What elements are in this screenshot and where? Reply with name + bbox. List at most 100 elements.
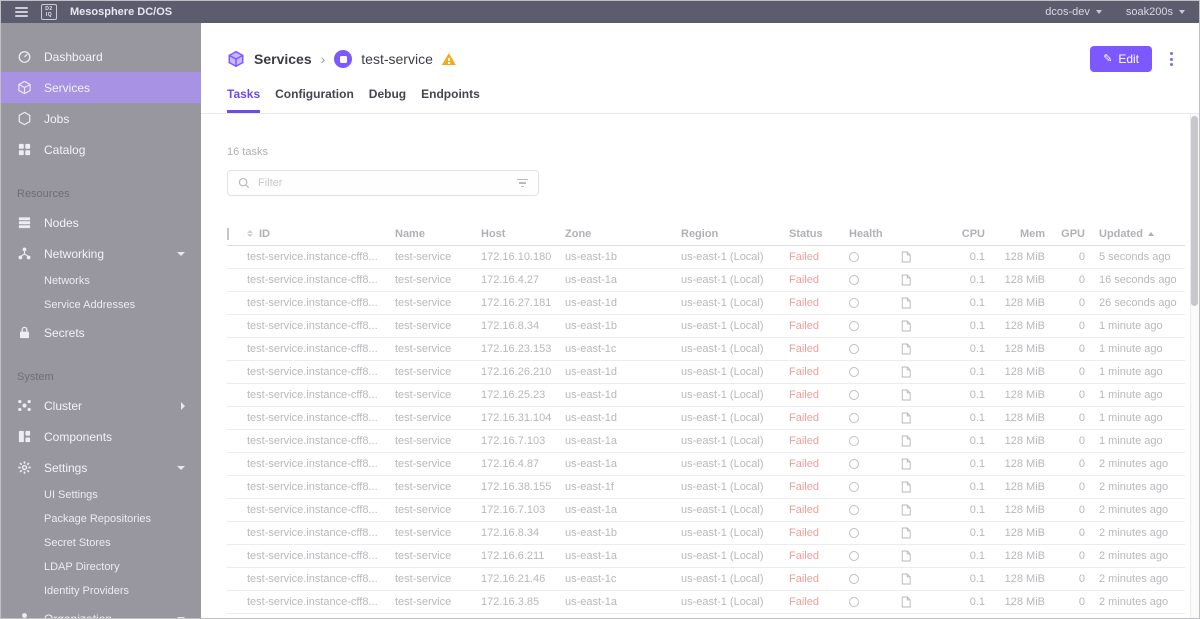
- column-header-name[interactable]: Name: [395, 228, 481, 240]
- tab-configuration[interactable]: Configuration: [275, 87, 354, 113]
- task-log-link[interactable]: [901, 343, 939, 355]
- task-cpu: 0.1: [969, 297, 985, 309]
- sidebar-sublabel: Identity Providers: [44, 585, 129, 597]
- sidebar-item-package-repositories[interactable]: Package Repositories: [1, 507, 201, 531]
- task-log-link[interactable]: [901, 573, 939, 585]
- task-id-link[interactable]: test-service.instance-cff8...: [247, 573, 395, 585]
- task-row[interactable]: test-service.instance-cff8... test-servi…: [227, 246, 1185, 269]
- hamburger-menu-icon[interactable]: [15, 7, 28, 17]
- task-id-link[interactable]: test-service.instance-cff8...: [247, 596, 395, 608]
- task-log-link[interactable]: [901, 527, 939, 539]
- sidebar-item-settings[interactable]: Settings: [1, 452, 201, 483]
- sidebar-item-secrets[interactable]: Secrets: [1, 317, 201, 348]
- task-id-link[interactable]: test-service.instance-cff8...: [247, 458, 395, 470]
- task-row[interactable]: test-service.instance-cff8... test-servi…: [227, 591, 1185, 614]
- tab-debug[interactable]: Debug: [369, 87, 406, 113]
- task-row[interactable]: test-service.instance-cff8... test-servi…: [227, 453, 1185, 476]
- scrollbar-track[interactable]: [1190, 114, 1199, 618]
- task-row[interactable]: test-service.instance-cff8... test-servi…: [227, 384, 1185, 407]
- task-row[interactable]: test-service.instance-cff8... test-servi…: [227, 269, 1185, 292]
- dashboard-icon: [17, 49, 32, 64]
- task-row[interactable]: test-service.instance-cff8... test-servi…: [227, 545, 1185, 568]
- task-id-link[interactable]: test-service.instance-cff8...: [247, 550, 395, 562]
- task-id-link[interactable]: test-service.instance-cff8...: [247, 274, 395, 286]
- task-id-link[interactable]: test-service.instance-cff8...: [247, 251, 395, 263]
- scrollbar-thumb[interactable]: [1191, 116, 1198, 306]
- filter-input[interactable]: [258, 177, 509, 189]
- filter-funnel-icon[interactable]: [517, 178, 528, 188]
- task-id-link[interactable]: test-service.instance-cff8...: [247, 320, 395, 332]
- task-status: Failed: [789, 274, 819, 286]
- column-header-gpu[interactable]: GPU: [1045, 228, 1085, 240]
- task-log-link[interactable]: [901, 504, 939, 516]
- task-id-link[interactable]: test-service.instance-cff8...: [247, 297, 395, 309]
- task-row[interactable]: test-service.instance-cff8... test-servi…: [227, 292, 1185, 315]
- task-log-link[interactable]: [901, 481, 939, 493]
- sidebar-item-components[interactable]: Components: [1, 421, 201, 452]
- sidebar-item-identity-providers[interactable]: Identity Providers: [1, 579, 201, 603]
- edit-button[interactable]: ✎ Edit: [1090, 46, 1152, 72]
- sidebar-item-dashboard[interactable]: Dashboard: [1, 41, 201, 72]
- task-log-link[interactable]: [901, 366, 939, 378]
- task-status: Failed: [789, 389, 819, 401]
- sidebar-item-services[interactable]: Services: [1, 72, 201, 103]
- task-row[interactable]: test-service.instance-cff8... test-servi…: [227, 568, 1185, 591]
- task-id-link[interactable]: test-service.instance-cff8...: [247, 481, 395, 493]
- sidebar-item-nodes[interactable]: Nodes: [1, 207, 201, 238]
- sidebar-item-ui-settings[interactable]: UI Settings: [1, 483, 201, 507]
- sidebar-item-organization[interactable]: Organization: [1, 603, 201, 618]
- task-row[interactable]: test-service.instance-cff8... test-servi…: [227, 430, 1185, 453]
- d2iq-logo: D2 IQ: [41, 4, 57, 20]
- column-header-region[interactable]: Region: [681, 228, 789, 240]
- task-row[interactable]: test-service.instance-cff8... test-servi…: [227, 476, 1185, 499]
- column-header-mem[interactable]: Mem: [985, 228, 1045, 240]
- sidebar-item-networking[interactable]: Networking: [1, 238, 201, 269]
- task-name: test-service: [395, 412, 452, 424]
- user-dropdown[interactable]: soak200s: [1126, 6, 1185, 18]
- sidebar-item-ldap-directory[interactable]: LDAP Directory: [1, 555, 201, 579]
- task-id-link[interactable]: test-service.instance-cff8...: [247, 527, 395, 539]
- task-id-link[interactable]: test-service.instance-cff8...: [247, 389, 395, 401]
- tab-tasks[interactable]: Tasks: [227, 87, 261, 113]
- tab-endpoints[interactable]: Endpoints: [421, 87, 480, 113]
- task-id-link[interactable]: test-service.instance-cff8...: [247, 343, 395, 355]
- column-header-id[interactable]: ID: [247, 228, 395, 240]
- sidebar-label: Components: [44, 429, 113, 444]
- task-log-link[interactable]: [901, 596, 939, 608]
- cluster-dropdown[interactable]: dcos-dev: [1045, 6, 1102, 18]
- task-log-link[interactable]: [901, 458, 939, 470]
- sidebar-item-networks[interactable]: Networks: [1, 269, 201, 293]
- task-id-link[interactable]: test-service.instance-cff8...: [247, 366, 395, 378]
- column-header-updated[interactable]: Updated: [1085, 228, 1185, 240]
- task-id-link[interactable]: test-service.instance-cff8...: [247, 412, 395, 424]
- sidebar-item-secret-stores[interactable]: Secret Stores: [1, 531, 201, 555]
- task-log-link[interactable]: [901, 550, 939, 562]
- task-row[interactable]: test-service.instance-cff8... test-servi…: [227, 522, 1185, 545]
- sidebar-item-catalog[interactable]: Catalog: [1, 134, 201, 165]
- sidebar-item-service-addresses[interactable]: Service Addresses: [1, 293, 201, 317]
- task-id-link[interactable]: test-service.instance-cff8...: [247, 504, 395, 516]
- task-row[interactable]: test-service.instance-cff8... test-servi…: [227, 315, 1185, 338]
- task-log-link[interactable]: [901, 412, 939, 424]
- task-log-link[interactable]: [901, 251, 939, 263]
- task-id-link[interactable]: test-service.instance-cff8...: [247, 435, 395, 447]
- sidebar-item-cluster[interactable]: Cluster: [1, 390, 201, 421]
- task-log-link[interactable]: [901, 435, 939, 447]
- task-row[interactable]: test-service.instance-cff8... test-servi…: [227, 407, 1185, 430]
- column-header-status[interactable]: Status: [789, 228, 849, 240]
- column-header-zone[interactable]: Zone: [565, 228, 681, 240]
- task-row[interactable]: test-service.instance-cff8... test-servi…: [227, 338, 1185, 361]
- column-header-host[interactable]: Host: [481, 228, 565, 240]
- task-log-link[interactable]: [901, 320, 939, 332]
- task-log-link[interactable]: [901, 274, 939, 286]
- task-row[interactable]: test-service.instance-cff8... test-servi…: [227, 361, 1185, 384]
- task-log-link[interactable]: [901, 389, 939, 401]
- column-header-health[interactable]: Health: [849, 228, 901, 240]
- task-log-link[interactable]: [901, 297, 939, 309]
- select-all-checkbox[interactable]: [227, 227, 229, 240]
- column-header-cpu[interactable]: CPU: [939, 228, 985, 240]
- more-options-kebab-icon[interactable]: [1168, 50, 1175, 68]
- sidebar-item-jobs[interactable]: Jobs: [1, 103, 201, 134]
- task-row[interactable]: test-service.instance-cff8... test-servi…: [227, 499, 1185, 522]
- breadcrumb-services-link[interactable]: Services: [254, 51, 312, 67]
